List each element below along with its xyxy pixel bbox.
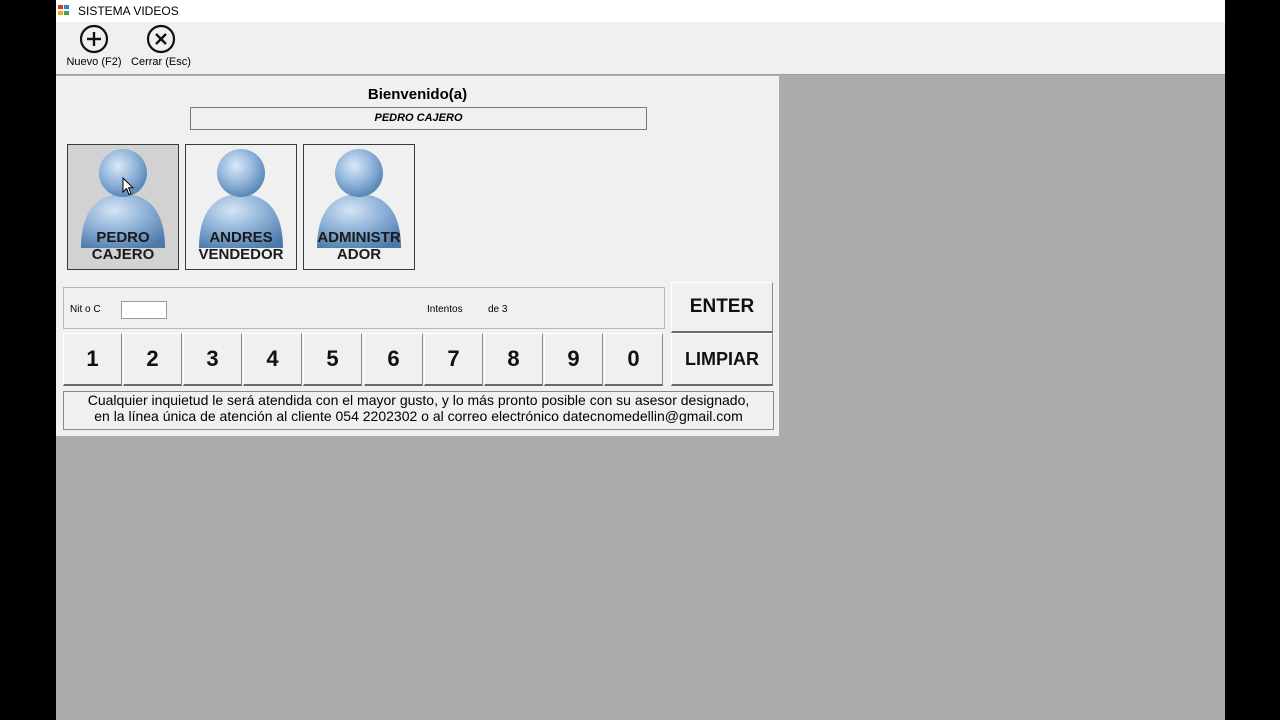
user-tile-pedro-cajero[interactable]: PEDRO CAJERO [67, 144, 179, 270]
contact-info-box: Cualquier inquietud le será atendida con… [63, 391, 774, 430]
user-tile-administrador[interactable]: ADMINISTR ADOR [303, 144, 415, 270]
login-panel: Bienvenido(a) PEDRO CAJERO PEDROCAJERO [56, 76, 779, 436]
keypad-9-button[interactable]: 9 [544, 333, 603, 386]
keypad-1-button[interactable]: 1 [63, 333, 122, 386]
nit-input[interactable] [121, 301, 167, 319]
app-window: SISTEMA VIDEOS Nuevo (F2) Cerrar (Esc) B… [56, 0, 1225, 720]
keypad-3-button[interactable]: 3 [183, 333, 242, 386]
keypad-2-button[interactable]: 2 [123, 333, 182, 386]
app-icon [58, 5, 70, 16]
close-circle-icon [146, 24, 176, 54]
keypad-7-button[interactable]: 7 [424, 333, 483, 386]
keypad-8-button[interactable]: 8 [484, 333, 543, 386]
limpiar-button[interactable]: LIMPIAR [671, 333, 773, 386]
nit-label: Nit o C [70, 304, 101, 315]
selected-user-field: PEDRO CAJERO [190, 107, 647, 130]
enter-button[interactable]: ENTER [671, 282, 773, 333]
add-circle-icon [79, 24, 109, 54]
nuevo-button[interactable]: Nuevo (F2) [64, 24, 124, 68]
keypad-5-button[interactable]: 5 [303, 333, 362, 386]
user-tile-andres-vendedor[interactable]: ANDRES VENDEDOR [185, 144, 297, 270]
welcome-heading: Bienvenido(a) [367, 86, 468, 103]
user-name-label: PEDRO CAJERO [91, 229, 155, 263]
credentials-panel: Nit o C Intentos de 3 [63, 287, 665, 329]
cerrar-button[interactable]: Cerrar (Esc) [128, 24, 194, 68]
user-name-label: ADMINISTR ADOR [317, 229, 401, 263]
intentos-label: Intentos [427, 304, 463, 315]
keypad-4-button[interactable]: 4 [243, 333, 302, 386]
window-title: SISTEMA VIDEOS [78, 4, 179, 18]
keypad-6-button[interactable]: 6 [364, 333, 423, 386]
mouse-cursor-icon [122, 177, 134, 196]
title-bar: SISTEMA VIDEOS [56, 0, 1225, 22]
contact-info-line2: en la línea única de atención al cliente… [94, 408, 743, 424]
toolbar: Nuevo (F2) Cerrar (Esc) [56, 22, 1225, 75]
keypad-0-button[interactable]: 0 [604, 333, 663, 386]
nuevo-label: Nuevo (F2) [66, 56, 122, 68]
contact-info-line1: Cualquier inquietud le será atendida con… [87, 392, 750, 408]
intentos-value: de 3 [488, 304, 508, 315]
user-name-label: ANDRES VENDEDOR [198, 229, 284, 263]
cerrar-label: Cerrar (Esc) [131, 56, 191, 68]
